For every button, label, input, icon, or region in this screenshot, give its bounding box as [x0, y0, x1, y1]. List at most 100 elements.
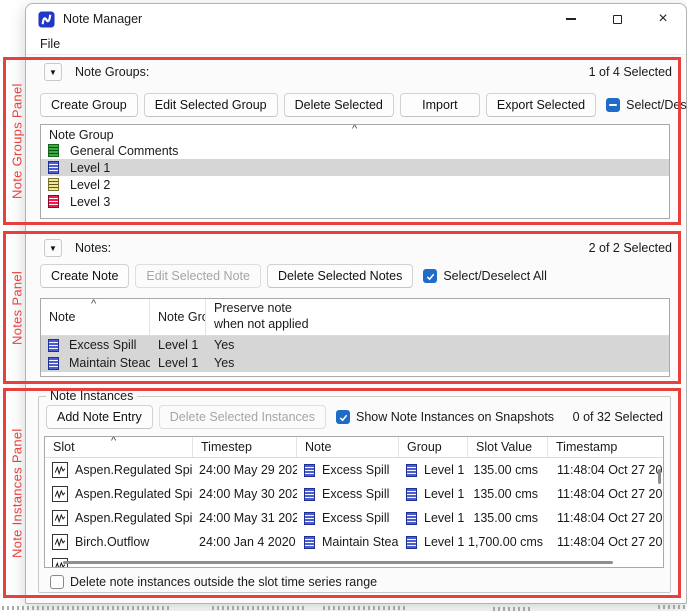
notes-title: Notes:: [75, 241, 111, 255]
app-icon: [38, 11, 55, 28]
note-group-row-level-2[interactable]: Level 2: [41, 176, 669, 193]
timestep-value: 24:00 Jan 4 2020: [193, 535, 297, 549]
slot-value: 135.00 cms: [468, 463, 548, 477]
note-instances-panel-annotation-label: Note Instances Panel: [7, 388, 27, 598]
note-icon-blue: [48, 357, 59, 370]
note-group-label: Level 3: [70, 195, 110, 209]
notes-select-all-label: Select/Deselect All: [443, 269, 547, 283]
create-group-button[interactable]: Create Group: [40, 93, 138, 117]
column-header-group[interactable]: Group: [399, 437, 468, 457]
column-header-slot[interactable]: Slot: [45, 437, 193, 457]
column-header-slot-value[interactable]: Slot Value: [468, 437, 548, 457]
series-slot-icon: [52, 462, 68, 478]
slot-value: 135.00 cms: [468, 511, 548, 525]
note-group-row-general-comments[interactable]: General Comments: [41, 142, 669, 159]
instance-row[interactable]: Aspen.Regulated Spill 24:00 May 31 2020 …: [45, 506, 663, 530]
window-title: Note Manager: [63, 12, 142, 26]
import-button[interactable]: Import: [400, 93, 480, 117]
triangle-down-icon: ▼: [49, 68, 57, 77]
sort-indicator-icon: ^: [91, 300, 96, 308]
triangle-down-icon: ▼: [49, 244, 57, 253]
slot-name: Aspen.Regulated Spill: [75, 487, 193, 501]
minimize-button[interactable]: [548, 4, 594, 34]
show-note-instances-checkbox[interactable]: Show Note Instances on Snapshots: [336, 410, 554, 424]
note-instances-buttons: Add Note Entry Delete Selected Instances…: [46, 405, 663, 429]
maximize-icon: [613, 15, 622, 24]
edit-selected-note-button[interactable]: Edit Selected Note: [135, 264, 261, 288]
add-note-entry-button[interactable]: Add Note Entry: [46, 405, 153, 429]
slot-name: Birch.Outflow: [75, 535, 149, 549]
group-icon-blue: [406, 464, 417, 477]
note-row-maintain-steady-flow[interactable]: Maintain Steady Flow Level 1 Yes: [41, 354, 669, 372]
note-group-icon-red: [48, 195, 59, 208]
column-header-note-group[interactable]: Note Group: [150, 299, 206, 335]
notes-buttons: Create Note Edit Selected Note Delete Se…: [40, 264, 672, 288]
edit-selected-group-button[interactable]: Edit Selected Group: [144, 93, 278, 117]
timestamp-value: 11:48:04 Oct 27 20: [548, 463, 663, 477]
note-instances-groupbox-title: Note Instances: [46, 389, 137, 403]
note-name: Excess Spill: [322, 463, 389, 477]
vertical-scrollbar[interactable]: [658, 469, 661, 484]
series-slot-icon: [52, 510, 68, 526]
close-button[interactable]: ×: [640, 4, 686, 34]
timestep-value: 24:00 May 29 2020: [193, 463, 297, 477]
notes-header: ▼ Notes: 2 of 2 Selected: [44, 238, 672, 258]
note-name: Excess Spill: [69, 338, 136, 352]
group-name: Level 1: [424, 463, 464, 477]
note-name: Maintain Steady Flow: [69, 356, 150, 370]
timestep-value: 24:00 May 30 2020: [193, 487, 297, 501]
delete-selected-instances-button[interactable]: Delete Selected Instances: [159, 405, 326, 429]
note-icon-blue: [304, 536, 315, 549]
menu-file[interactable]: File: [32, 35, 68, 53]
cut-off-text-fragment: [212, 606, 307, 610]
group-icon-blue: [406, 512, 417, 525]
slot-value: 135.00 cms: [468, 487, 548, 501]
note-group-row-level-3[interactable]: Level 3: [41, 193, 669, 210]
notes-select-all-checkbox[interactable]: Select/Deselect All: [423, 269, 547, 283]
note-group-row-level-1[interactable]: Level 1: [41, 159, 669, 176]
instances-selection-count: 0 of 32 Selected: [573, 410, 663, 424]
delete-selected-notes-button[interactable]: Delete Selected Notes: [267, 264, 413, 288]
preserve-value: Yes: [206, 338, 669, 352]
instance-row[interactable]: Aspen.Regulated Spill 24:00 May 29 2020 …: [45, 458, 663, 482]
instance-row[interactable]: Aspen.Regulated Spill 24:00 May 30 2020 …: [45, 482, 663, 506]
note-name: Maintain Stea...: [322, 535, 399, 549]
note-group-icon-green: [48, 144, 59, 157]
show-note-instances-label: Show Note Instances on Snapshots: [356, 410, 554, 424]
timestamp-value: 11:48:04 Oct 27 20: [548, 511, 663, 525]
checked-checkbox-icon: [336, 410, 350, 424]
export-selected-button[interactable]: Export Selected: [486, 93, 596, 117]
note-group-label: Level 1: [70, 161, 110, 175]
note-groups-panel-annotation-label: Note Groups Panel: [7, 57, 27, 225]
column-header-preserve-note[interactable]: Preserve note when not applied: [206, 299, 669, 335]
group-name: Level 1: [424, 535, 464, 549]
delete-outside-range-checkbox[interactable]: Delete note instances outside the slot t…: [50, 575, 377, 589]
notes-table: ^ Note Note Group Preserve note when not…: [40, 298, 670, 377]
series-slot-icon: [52, 486, 68, 502]
timestamp-value: 11:48:04 Oct 27 20: [548, 487, 663, 501]
notes-collapse-button[interactable]: ▼: [44, 239, 62, 257]
note-groups-collapse-button[interactable]: ▼: [44, 63, 62, 81]
menu-bar: File: [26, 34, 686, 55]
note-groups-header: ▼ Note Groups: 1 of 4 Selected: [44, 62, 672, 82]
group-icon-blue: [406, 536, 417, 549]
timestep-value: 24:00 May 31 2020: [193, 511, 297, 525]
column-header-timestep[interactable]: Timestep: [193, 437, 297, 457]
note-icon-blue: [48, 339, 59, 352]
sort-indicator-icon: ^: [111, 437, 116, 445]
note-row-excess-spill[interactable]: Excess Spill Level 1 Yes: [41, 336, 669, 354]
notes-panel-annotation-label: Notes Panel: [7, 231, 27, 384]
slot-name: Aspen.Regulated Spill: [75, 511, 193, 525]
maximize-button[interactable]: [594, 4, 640, 34]
delete-selected-button[interactable]: Delete Selected: [284, 93, 394, 117]
groups-select-all-checkbox[interactable]: Select/Deselect All: [606, 98, 687, 112]
horizontal-scrollbar[interactable]: [63, 561, 613, 564]
column-header-timestamp[interactable]: Timestamp: [548, 437, 663, 457]
instance-row[interactable]: Birch.Outflow 24:00 Jan 4 2020 Maintain …: [45, 530, 663, 554]
create-note-button[interactable]: Create Note: [40, 264, 129, 288]
column-header-note[interactable]: Note: [297, 437, 399, 457]
partially-checked-checkbox-icon: [606, 98, 620, 112]
note-name: Excess Spill: [322, 487, 389, 501]
note-group-label: General Comments: [70, 144, 178, 158]
slot-name: Aspen.Regulated Spill: [75, 463, 193, 477]
